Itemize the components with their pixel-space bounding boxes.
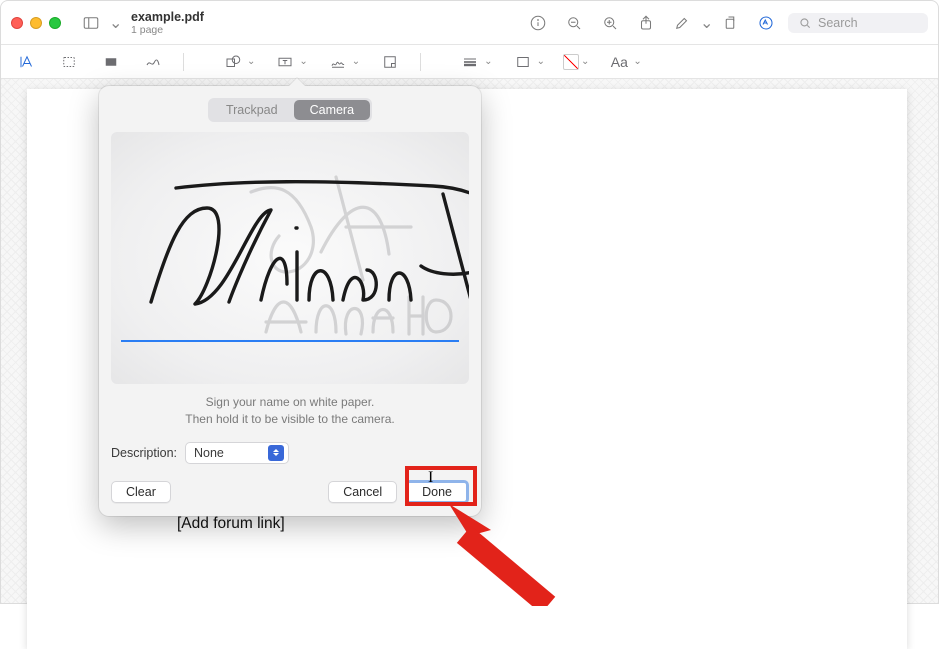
description-label: Description: <box>111 446 177 460</box>
fill-color-chevron-icon[interactable]: ⌄ <box>581 56 589 67</box>
titlebar: ⌄ example.pdf 1 page ⌄ Search <box>1 1 938 45</box>
signature-baseline <box>121 340 459 342</box>
border-color-chevron-icon[interactable]: ⌄ <box>537 56 545 67</box>
camera-preview <box>111 132 469 384</box>
markup-toolbar: ⌄ ⌄ ⌄ ⌄ ⌄ ⌄ Aa ⌄ <box>1 45 938 79</box>
rect-select-tool-icon[interactable] <box>57 51 81 73</box>
tab-trackpad[interactable]: Trackpad <box>210 100 294 120</box>
zoom-in-icon[interactable] <box>596 10 624 36</box>
line-style-chevron-icon[interactable]: ⌄ <box>484 56 492 67</box>
redact-tool-icon[interactable] <box>99 51 123 73</box>
rotate-icon[interactable] <box>716 10 744 36</box>
textbox-tool-icon[interactable] <box>273 51 297 73</box>
text-style-icon[interactable]: Aa <box>607 51 631 73</box>
text-style-chevron-icon[interactable]: ⌄ <box>633 56 641 67</box>
border-color-icon[interactable] <box>511 51 535 73</box>
fullscreen-window-icon[interactable] <box>49 17 61 29</box>
signature-source-tabs: Trackpad Camera <box>111 98 469 122</box>
zoom-out-icon[interactable] <box>560 10 588 36</box>
cancel-button[interactable]: Cancel <box>328 481 397 503</box>
close-window-icon[interactable] <box>11 17 23 29</box>
search-input[interactable]: Search <box>788 13 928 33</box>
description-row: Description: None <box>111 442 469 464</box>
note-tool-icon[interactable] <box>378 51 402 73</box>
tab-camera[interactable]: Camera <box>294 100 370 120</box>
popover-buttons: Clear Cancel Done <box>111 480 469 504</box>
done-button[interactable]: Done <box>405 480 469 504</box>
clear-button[interactable]: Clear <box>111 481 171 503</box>
description-value: None <box>194 446 224 460</box>
info-icon[interactable] <box>524 10 552 36</box>
share-icon[interactable] <box>632 10 660 36</box>
minimize-window-icon[interactable] <box>30 17 42 29</box>
document-subtitle: 1 page <box>131 24 204 36</box>
textbox-chevron-icon[interactable]: ⌄ <box>299 56 307 67</box>
shapes-chevron-icon[interactable]: ⌄ <box>247 56 255 67</box>
highlight-icon[interactable] <box>668 10 696 36</box>
signature-strokes-icon <box>111 132 469 384</box>
document-title-block: example.pdf 1 page <box>131 10 204 36</box>
signature-chevron-icon[interactable]: ⌄ <box>352 56 360 67</box>
sidebar-toggle-icon[interactable] <box>77 10 105 36</box>
shapes-tool-icon[interactable] <box>221 51 245 73</box>
dropdown-stepper-icon <box>268 445 284 461</box>
markup-toggle-icon[interactable] <box>752 10 780 36</box>
signature-popover: Trackpad Camera <box>99 86 481 516</box>
signature-tool-icon[interactable] <box>326 51 350 73</box>
description-dropdown[interactable]: None <box>185 442 289 464</box>
line-style-icon[interactable] <box>458 51 482 73</box>
window-controls <box>11 17 61 29</box>
search-placeholder: Search <box>818 16 858 30</box>
text-select-tool-icon[interactable] <box>15 51 39 73</box>
signature-hint: Sign your name on white paper. Then hold… <box>111 394 469 428</box>
sidebar-menu-chevron-icon[interactable]: ⌄ <box>109 13 117 33</box>
highlight-menu-chevron-icon[interactable]: ⌄ <box>700 13 708 33</box>
sketch-tool-icon[interactable] <box>141 51 165 73</box>
fill-color-swatch-icon[interactable] <box>563 54 579 70</box>
document-title: example.pdf <box>131 10 204 24</box>
